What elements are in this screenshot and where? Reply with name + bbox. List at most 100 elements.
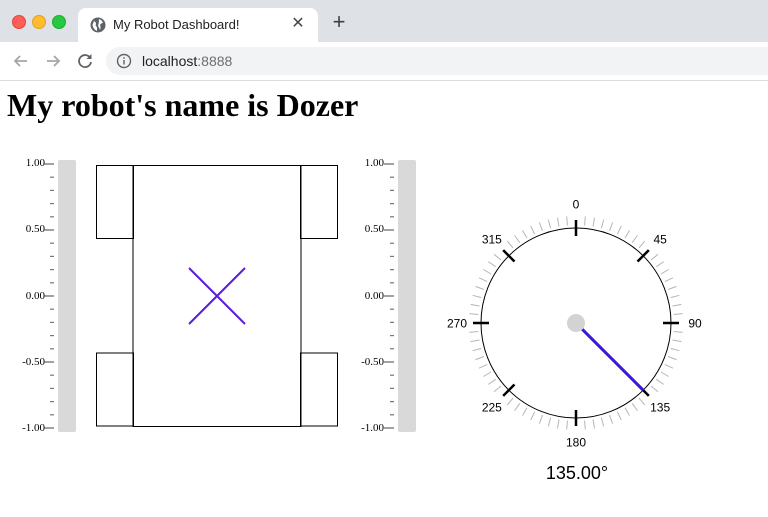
- compass-minor-tick: [660, 371, 669, 377]
- right-slider-tick-label: -0.50: [361, 356, 384, 368]
- compass-minor-tick: [584, 420, 586, 430]
- compass-minor-tick: [506, 240, 514, 249]
- compass-minor-tick: [522, 407, 528, 416]
- browser-tab[interactable]: My Robot Dashboard! ✕: [78, 8, 318, 42]
- compass-minor-tick: [650, 385, 659, 393]
- wheel-rear-right: [300, 352, 338, 427]
- right-slider-tick-label: 0.00: [364, 290, 384, 302]
- compass-minor-tick: [592, 217, 596, 227]
- browser-tab-bar: My Robot Dashboard! ✕ +: [0, 0, 768, 42]
- left-slider-tick-label: 1.00: [25, 157, 45, 169]
- close-tab-icon[interactable]: ✕: [288, 14, 308, 34]
- compass-label: 135: [650, 401, 670, 415]
- tab-title: My Robot Dashboard!: [113, 17, 240, 32]
- compass-minor-tick: [592, 419, 596, 429]
- compass-minor-tick: [556, 217, 560, 227]
- compass-needle: [580, 327, 645, 392]
- compass-minor-tick: [670, 294, 680, 299]
- right-slider-tick-label: 1.00: [364, 157, 384, 169]
- left-slider-tick-label: -1.00: [22, 422, 45, 434]
- compass-minor-tick: [667, 285, 677, 290]
- left-slider-tick-label: -0.50: [22, 356, 45, 368]
- compass-minor-tick: [547, 219, 552, 229]
- browser-toolbar: localhost:8888: [0, 42, 768, 81]
- compass-minor-tick: [483, 269, 492, 275]
- compass-minor-tick: [469, 331, 479, 333]
- compass-minor-tick: [672, 303, 682, 307]
- compass-minor-tick: [638, 240, 646, 249]
- compass-label: 45: [653, 232, 667, 246]
- wheel-front-right: [300, 165, 338, 239]
- compass-minor-tick: [514, 235, 521, 244]
- compass-label: 315: [482, 232, 502, 246]
- compass-minor-tick: [488, 261, 497, 268]
- compass-minor-tick: [566, 216, 568, 226]
- compass-minor-tick: [631, 402, 638, 411]
- compass-gauge: 0 45 90 135 180 225 270 315: [447, 198, 702, 450]
- compass-minor-tick: [667, 356, 677, 361]
- window-minimize-button[interactable]: [32, 15, 46, 29]
- compass-minor-tick: [655, 261, 664, 268]
- address-bar[interactable]: localhost:8888: [106, 47, 768, 75]
- compass-minor-tick: [556, 419, 560, 429]
- url-text: localhost:8888: [142, 53, 232, 69]
- page-title: My robot's name is Dozer: [7, 87, 359, 123]
- compass-minor-tick: [655, 378, 664, 385]
- right-slider-tick-label: 0.50: [364, 223, 384, 235]
- compass-minor-tick: [600, 219, 605, 229]
- right-slider-track[interactable]: [398, 160, 416, 432]
- info-icon[interactable]: [116, 53, 132, 69]
- compass-label: 180: [566, 436, 586, 450]
- left-slider-tick-label: 0.50: [25, 223, 45, 235]
- compass-minor-tick: [488, 378, 497, 385]
- right-slider-tick-label: -1.00: [361, 422, 384, 434]
- compass-minor-tick: [547, 417, 552, 427]
- back-arrow-icon[interactable]: [10, 50, 32, 72]
- compass-minor-tick: [600, 417, 605, 427]
- compass-minor-tick: [616, 225, 622, 235]
- compass-label: 90: [688, 317, 702, 331]
- wheel-rear-left: [96, 352, 134, 427]
- globe-icon: [90, 17, 106, 33]
- compass-label: 270: [447, 317, 467, 331]
- right-slider-ticks: [384, 163, 394, 429]
- compass-minor-tick: [609, 414, 614, 424]
- heading-readout: 135.00°: [545, 463, 609, 483]
- compass-minor-tick: [475, 285, 485, 290]
- forward-arrow-icon[interactable]: [42, 50, 64, 72]
- compass-minor-tick: [469, 313, 479, 315]
- compass-minor-tick: [470, 303, 480, 307]
- compass-minor-tick: [478, 277, 488, 283]
- compass-minor-tick: [506, 397, 514, 406]
- compass-center-dot: [567, 314, 585, 332]
- compass-label: 225: [482, 401, 502, 415]
- compass-minor-tick: [530, 411, 536, 421]
- compass-minor-tick: [472, 347, 482, 352]
- compass-minor-tick: [631, 235, 638, 244]
- compass-minor-tick: [470, 339, 480, 343]
- compass-minor-tick: [638, 397, 646, 406]
- compass-minor-tick: [609, 222, 614, 232]
- left-slider-ticks: [44, 163, 54, 429]
- window-maximize-button[interactable]: [52, 15, 66, 29]
- compass-minor-tick: [584, 216, 586, 226]
- url-host: localhost: [142, 53, 198, 69]
- left-slider-track[interactable]: [58, 160, 76, 432]
- compass-minor-tick: [650, 253, 659, 261]
- url-port: :8888: [197, 53, 233, 69]
- compass-minor-tick: [673, 313, 683, 315]
- compass-minor-tick: [530, 225, 536, 235]
- compass-minor-tick: [478, 363, 488, 369]
- compass-minor-tick: [624, 230, 630, 239]
- compass-label: 0: [573, 198, 580, 212]
- compass-minor-tick: [624, 407, 630, 416]
- compass-minor-tick: [538, 222, 543, 232]
- compass-minor-tick: [660, 269, 669, 275]
- compass-minor-tick: [616, 411, 622, 421]
- compass-minor-tick: [483, 371, 492, 377]
- reload-icon[interactable]: [74, 50, 96, 72]
- window-close-button[interactable]: [12, 15, 26, 29]
- compass-minor-tick: [538, 414, 543, 424]
- new-tab-button[interactable]: +: [328, 11, 350, 34]
- compass-minor-tick: [493, 385, 502, 393]
